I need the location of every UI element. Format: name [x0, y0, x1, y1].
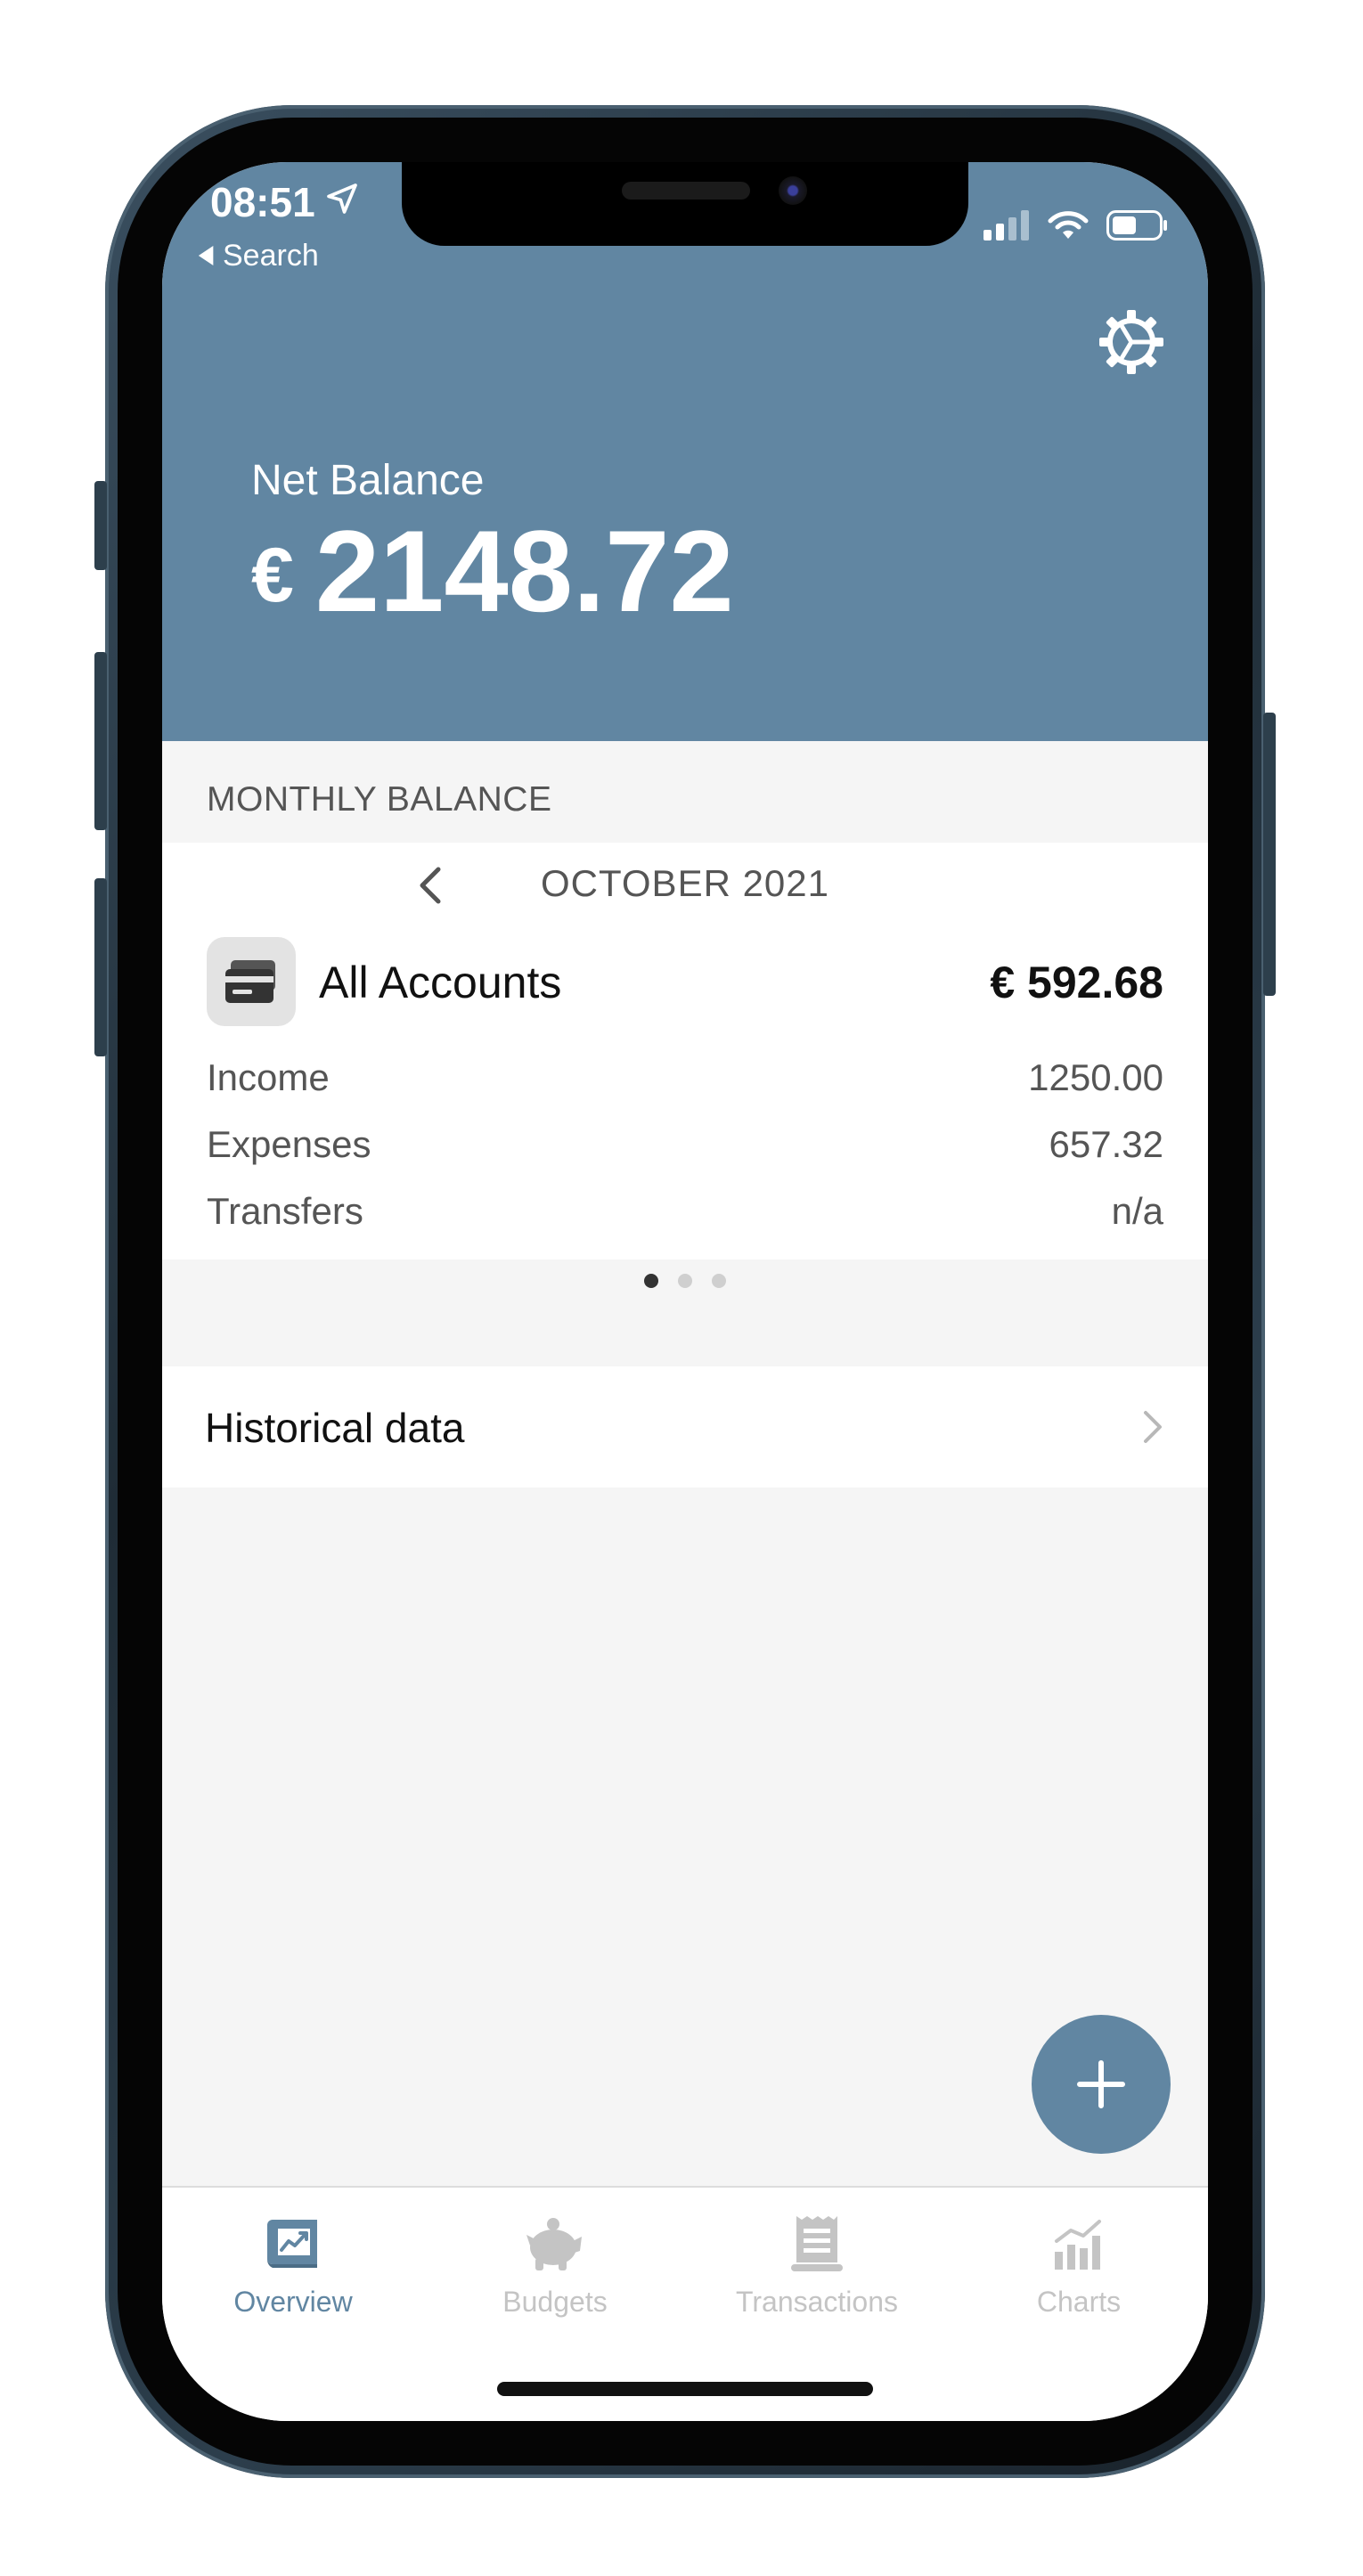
add-transaction-button[interactable]	[1032, 2015, 1171, 2154]
silent-switch	[94, 481, 107, 570]
plus-icon	[1077, 2060, 1125, 2108]
month-label: OCTOBER 2021	[540, 862, 830, 904]
power-button	[1263, 713, 1276, 996]
historical-data-row[interactable]: Historical data	[162, 1366, 1208, 1488]
app-screen: 08:51 Search Net Balance € 2148.72 MONTH…	[162, 162, 1208, 2421]
settings-gear-icon[interactable]	[1096, 306, 1167, 378]
volume-up-button	[94, 652, 107, 830]
location-arrow-icon	[324, 178, 360, 226]
net-balance-amount: € 2148.72	[251, 513, 734, 629]
account-row[interactable]: All Accounts € 592.68	[207, 937, 1163, 1026]
chevron-right-icon	[1139, 1406, 1165, 1453]
notch	[402, 162, 968, 246]
account-amount: € 592.68	[990, 958, 1163, 1007]
net-balance-currency: €	[251, 533, 294, 618]
tab-transactions[interactable]: Transactions	[686, 2211, 948, 2319]
wallet-icon	[207, 937, 296, 1026]
status-time: 08:51	[210, 178, 360, 226]
account-name: All Accounts	[319, 958, 562, 1007]
transfers-value: n/a	[1111, 1190, 1163, 1232]
transfers-row: Transfers n/a	[207, 1190, 1163, 1233]
monthly-balance-title: MONTHLY BALANCE	[207, 780, 552, 819]
cellular-signal-icon	[983, 210, 1030, 245]
page-dot-3[interactable]	[712, 1274, 726, 1288]
monthly-balance-card[interactable]: OCTOBER 2021 All Accounts € 592.68 Incom…	[162, 843, 1208, 1259]
transfers-label: Transfers	[207, 1190, 363, 1232]
income-label: Income	[207, 1056, 330, 1098]
front-camera	[779, 176, 807, 205]
tab-overview[interactable]: Overview	[162, 2211, 424, 2319]
back-label: Search	[223, 239, 319, 273]
tab-budgets[interactable]: Budgets	[424, 2211, 686, 2319]
back-to-search[interactable]: Search	[198, 239, 319, 273]
expenses-row: Expenses 657.32	[207, 1123, 1163, 1166]
income-value: 1250.00	[1028, 1056, 1163, 1098]
overview-chart-icon	[162, 2211, 424, 2277]
tab-charts-label: Charts	[1036, 2286, 1122, 2318]
historical-data-label: Historical data	[205, 1405, 465, 1451]
time-text: 08:51	[210, 179, 315, 225]
page-dot-2[interactable]	[678, 1274, 692, 1288]
tab-transactions-label: Transactions	[736, 2286, 898, 2318]
volume-down-button	[94, 878, 107, 1056]
speaker	[622, 182, 750, 200]
status-indicators	[983, 210, 1169, 245]
expenses-value: 657.32	[1049, 1123, 1163, 1165]
page-indicator[interactable]	[162, 1274, 1208, 1288]
income-row: Income 1250.00	[207, 1056, 1163, 1099]
bar-chart-icon	[948, 2211, 1208, 2277]
wifi-icon	[1048, 210, 1089, 245]
piggy-bank-icon	[424, 2211, 686, 2277]
receipt-icon	[686, 2211, 948, 2277]
net-balance-label: Net Balance	[251, 457, 485, 504]
balance-header: 08:51 Search Net Balance € 2148.72	[162, 162, 1208, 741]
page-dot-1[interactable]	[644, 1274, 658, 1288]
home-indicator[interactable]	[497, 2382, 873, 2396]
tab-charts[interactable]: Charts	[948, 2211, 1208, 2319]
expenses-label: Expenses	[207, 1123, 371, 1165]
tab-overview-label: Overview	[233, 2286, 353, 2318]
battery-icon	[1106, 210, 1169, 245]
net-balance-value: 2148.72	[314, 506, 734, 636]
tab-budgets-label: Budgets	[502, 2286, 608, 2318]
back-triangle-icon	[198, 239, 216, 273]
